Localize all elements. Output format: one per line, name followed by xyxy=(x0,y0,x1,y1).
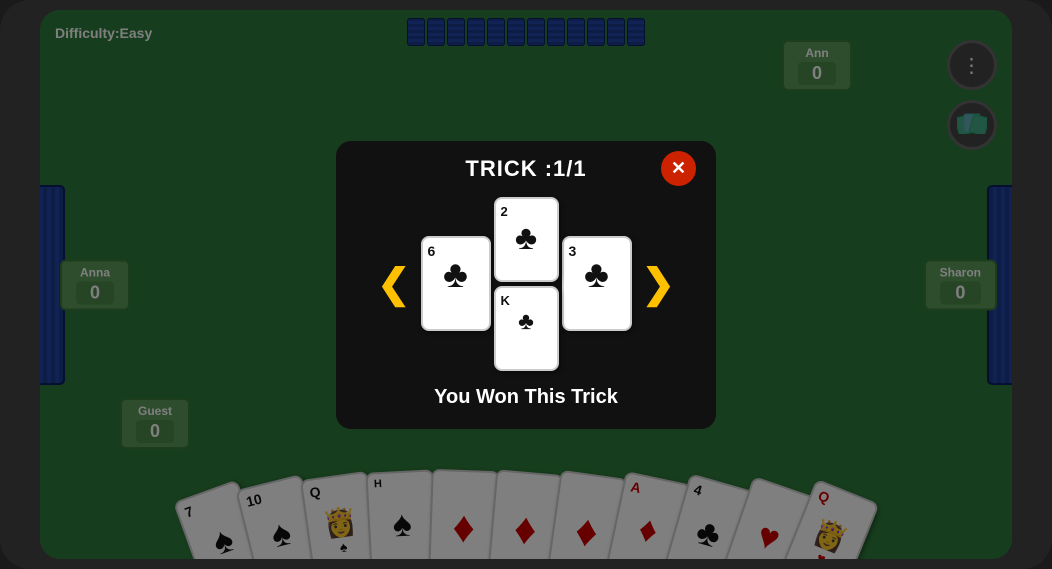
king-face: ♣ xyxy=(518,308,534,336)
device-frame: Difficulty:Easy Ann 0 Anna 0 Sharon 0 Gu… xyxy=(0,0,1052,569)
modal-card-3c[interactable]: 3 ♣ xyxy=(562,236,632,331)
modal-header: TRICK :1/1 ✕ xyxy=(356,156,696,182)
center-card-stack: 2 ♣ K ♣ xyxy=(494,197,559,371)
card-rank-2: 2 xyxy=(501,204,508,219)
card-suit-6: ♣ xyxy=(443,254,468,297)
game-table: Difficulty:Easy Ann 0 Anna 0 Sharon 0 Gu… xyxy=(40,10,1012,559)
modal-cards-area: ❮ 6 ♣ 2 ♣ xyxy=(356,197,696,371)
prev-trick-button[interactable]: ❮ xyxy=(377,261,411,307)
next-trick-button[interactable]: ❯ xyxy=(642,261,676,307)
modal-card-2c[interactable]: 2 ♣ xyxy=(494,197,559,282)
won-message: You Won This Trick xyxy=(356,386,696,409)
card-suit-2: ♣ xyxy=(515,219,537,258)
modal-card-6c[interactable]: 6 ♣ xyxy=(421,236,491,331)
card-suit-3: ♣ xyxy=(584,254,609,297)
modal-title: TRICK :1/1 xyxy=(465,156,586,182)
card-rank-6: 6 xyxy=(428,243,436,259)
card-rank-k: K xyxy=(501,293,510,308)
card-rank-3: 3 xyxy=(569,243,577,259)
modal-overlay: TRICK :1/1 ✕ ❮ 6 ♣ 2 xyxy=(40,10,1012,559)
close-button[interactable]: ✕ xyxy=(661,151,696,186)
trick-modal: TRICK :1/1 ✕ ❮ 6 ♣ 2 xyxy=(336,141,716,429)
cards-display: 6 ♣ 2 ♣ K ♣ xyxy=(421,197,632,371)
modal-card-kc[interactable]: K ♣ xyxy=(494,286,559,371)
